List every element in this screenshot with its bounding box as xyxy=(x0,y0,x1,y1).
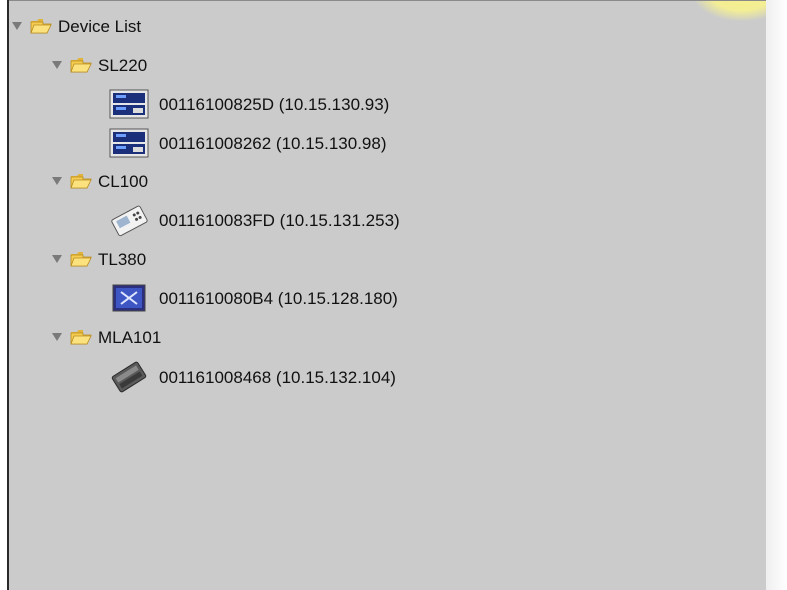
highlight-glow xyxy=(692,1,768,21)
device-label: 00116100825D (10.15.130.93) xyxy=(159,94,390,114)
expand-arrow-icon[interactable] xyxy=(50,252,64,266)
tree-leaf-device[interactable]: 0011610083FD (10.15.131.253) xyxy=(107,205,400,237)
module-device-icon xyxy=(111,361,147,393)
tree-node-label: Device List xyxy=(58,16,142,36)
folder-open-icon xyxy=(70,58,92,73)
device-label: 001161008262 (10.15.130.98) xyxy=(159,133,387,153)
tree-node-label: SL220 xyxy=(98,55,148,75)
device-tree-panel: Device List SL220 00116100825D (10.15.13… xyxy=(0,0,768,590)
device-label: 0011610080B4 (10.15.128.180) xyxy=(159,288,398,308)
expand-arrow-icon[interactable] xyxy=(50,58,64,72)
tree-node-sl220[interactable]: SL220 xyxy=(50,52,147,78)
folder-open-icon xyxy=(30,19,52,34)
tree-node-tl380[interactable]: TL380 xyxy=(50,246,146,272)
tree-node-label: CL100 xyxy=(98,171,149,191)
tree-leaf-device[interactable]: 001161008468 (10.15.132.104) xyxy=(107,361,396,393)
folder-open-icon xyxy=(70,252,92,267)
device-label: 0011610083FD (10.15.131.253) xyxy=(159,210,400,230)
rack-device-icon xyxy=(109,89,149,119)
folder-open-icon xyxy=(70,330,92,345)
tree-node-label: MLA101 xyxy=(98,327,162,347)
tree-node-mla101[interactable]: MLA101 xyxy=(50,324,161,350)
folder-open-icon xyxy=(70,174,92,189)
handheld-device-icon xyxy=(111,205,148,237)
tree-node-device-list[interactable]: Device List xyxy=(10,13,141,39)
device-label: 001161008468 (10.15.132.104) xyxy=(159,367,396,387)
tree-node-cl100[interactable]: CL100 xyxy=(50,168,148,194)
panel-device-icon xyxy=(112,284,146,312)
tree-leaf-device[interactable]: 0011610080B4 (10.15.128.180) xyxy=(107,284,398,312)
panel-edge xyxy=(766,0,787,590)
expand-arrow-icon[interactable] xyxy=(10,19,24,33)
panel-border xyxy=(0,0,9,590)
tree-leaf-device[interactable]: 00116100825D (10.15.130.93) xyxy=(107,89,390,119)
expand-arrow-icon[interactable] xyxy=(50,174,64,188)
tree-node-label: TL380 xyxy=(98,249,147,269)
rack-device-icon xyxy=(109,128,149,158)
expand-arrow-icon[interactable] xyxy=(50,330,64,344)
tree-leaf-device[interactable]: 001161008262 (10.15.130.98) xyxy=(107,128,387,158)
